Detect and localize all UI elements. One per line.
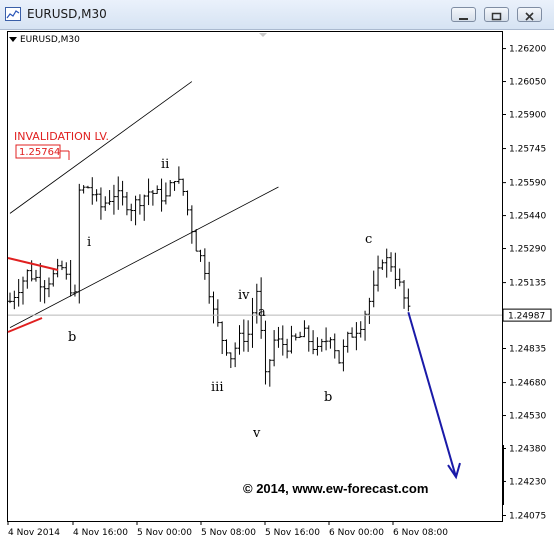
copyright-text: © 2014, www.ew-forecast.com: [243, 481, 428, 496]
time-tick-label: 4 Nov 2014: [8, 528, 60, 538]
shift-marker-icon: [259, 33, 267, 37]
time-tick-label: 6 Nov 08:00: [393, 528, 448, 538]
wave-label-c: c: [365, 232, 372, 247]
time-axis: 4 Nov 2014 4 Nov 16:00 5 Nov 00:00 5 Nov 08…: [7, 521, 448, 538]
forecast-arrow: [407, 311, 461, 480]
wave-label-b: b: [68, 330, 76, 345]
invalidation-price: 1.25764: [19, 147, 60, 158]
price-tick-label: 1.24835: [509, 345, 546, 355]
price-tick-label: 1.25900: [509, 110, 546, 120]
ohlc-bars: [8, 166, 411, 387]
wave-label-ii: ii: [161, 157, 169, 172]
time-tick-label: 5 Nov 08:00: [201, 528, 256, 538]
wave-label-iii: iii: [211, 380, 223, 395]
forecast-arrow-line: [407, 311, 457, 478]
price-axis: 1.26200 1.26050 1.25900 1.25745 1.25590 1.254…: [502, 45, 546, 522]
plot-frame: [7, 31, 503, 522]
price-tick-label: 1.24075: [509, 512, 546, 522]
wave-label-b-second: b: [324, 390, 332, 405]
time-tick-label: 5 Nov 00:00: [137, 528, 192, 538]
time-tick-label: 4 Nov 16:00: [73, 528, 128, 538]
price-tick-label: 1.25590: [509, 179, 546, 189]
price-tick-label: 1.25135: [509, 279, 546, 289]
price-tick-label: 1.24380: [509, 444, 546, 454]
wave-label-i: i: [87, 235, 91, 250]
price-tick-label: 1.25745: [509, 145, 546, 155]
price-tick-label: 1.25440: [509, 212, 546, 222]
price-tick-label: 1.24680: [509, 379, 546, 389]
time-tick-label: 6 Nov 00:00: [329, 528, 384, 538]
price-tick-label: 1.24230: [509, 477, 546, 487]
price-tick-label: 1.26200: [509, 45, 546, 55]
current-price-tag-text: 1.24987: [508, 312, 545, 322]
wave-label-v: v: [252, 426, 261, 441]
wave-label-a: a: [258, 305, 266, 320]
wave-label-iv: iv: [238, 288, 250, 303]
time-tick-label: 5 Nov 16:00: [265, 528, 320, 538]
price-tick-label: 1.26050: [509, 78, 546, 88]
price-chart[interactable]: 1.26200 1.26050 1.25900 1.25745 1.25590 1.254…: [0, 0, 554, 547]
price-tick-label: 1.24530: [509, 412, 546, 422]
price-tick-label: 1.25290: [509, 245, 546, 255]
red-trendline-upper: [7, 257, 59, 271]
invalidation-label: INVALIDATION LV.: [14, 130, 109, 143]
